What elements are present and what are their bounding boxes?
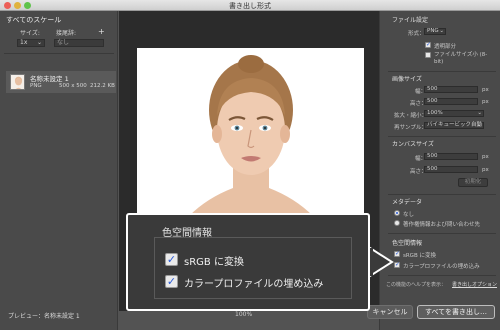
metadata-none-label: なし — [403, 212, 415, 218]
transparency-label: 透明部分 — [434, 44, 457, 50]
format-select[interactable]: PNG ⌄ — [424, 28, 446, 35]
colorspace-title: 色空間情報 — [392, 240, 423, 247]
asset-dimensions: 500 x 500 — [59, 83, 87, 89]
scale-select[interactable]: 100% ⌄ — [424, 110, 484, 117]
callout-embed-label: カラープロファイルの埋め込み — [184, 279, 324, 290]
image-size-title: 画像サイズ — [392, 76, 422, 83]
transparency-checkbox[interactable]: ✓ — [425, 42, 431, 48]
divider — [388, 136, 496, 137]
asset-name: 名称未設定 1 — [30, 75, 69, 83]
width-input[interactable]: 500 — [424, 86, 478, 93]
left-panel: すべてのスケール サイズ: 接尾辞: + 1x ⌄ なし 名称未設定 1 PNG… — [0, 11, 118, 330]
asset-thumbnail — [10, 74, 25, 90]
embed-profile-label: カラープロファイルの埋め込み — [403, 264, 480, 270]
help-link[interactable]: 書き出しオプション — [452, 281, 497, 288]
scale-value: 1x — [20, 39, 28, 46]
preview-image — [137, 48, 364, 216]
divider — [388, 275, 496, 276]
zoom-level[interactable]: 100% — [235, 311, 252, 318]
resample-value: バイキュービック自動 — [427, 122, 483, 128]
reset-button[interactable]: 初期化 — [458, 178, 488, 187]
add-scale-button[interactable]: + — [98, 27, 105, 36]
canvas-width-unit: px — [482, 154, 489, 160]
title-bar: 書き出し形式 — [0, 0, 500, 11]
metadata-none-radio[interactable] — [394, 210, 400, 216]
asset-format: PNG — [30, 83, 42, 89]
chevron-down-icon: ⌄ — [439, 28, 444, 34]
export-all-button[interactable]: すべてを書き出し… — [417, 305, 495, 319]
asset-filesize: 212.2 KB — [90, 83, 115, 89]
file-settings-title: ファイル設定 — [392, 17, 429, 24]
scale-value: 100% — [427, 110, 443, 116]
divider — [4, 53, 114, 54]
height-unit: px — [482, 99, 489, 105]
window-title: 書き出し形式 — [229, 2, 271, 10]
preview-label: プレビュー：名称未設定 1 — [8, 313, 80, 320]
smaller-file-label: ファイルサイズ小 (8-bit) — [434, 52, 488, 65]
callout-embed-checkbox[interactable]: ✓ — [165, 275, 178, 288]
metadata-title: メタデータ — [392, 199, 423, 206]
chevron-down-icon: ⌄ — [477, 110, 482, 116]
scale-select[interactable]: 1x ⌄ — [17, 39, 45, 47]
size-label: サイズ: — [20, 30, 40, 37]
right-panel: ファイル設定 形式： PNG ⌄ ✓ 透明部分 ファイルサイズ小 (8-bit)… — [379, 11, 500, 330]
help-text: この機能のヘルプを表示： — [386, 282, 447, 288]
callout-pointer-icon — [370, 246, 394, 278]
all-scales-title: すべてのスケール — [6, 16, 62, 24]
scale-label: 拡大・縮小： — [394, 113, 428, 119]
format-label: 形式： — [408, 31, 425, 37]
format-value: PNG — [427, 28, 439, 34]
canvas-height-input[interactable]: 500 — [424, 166, 478, 173]
canvas-height-unit: px — [482, 167, 489, 173]
chevron-down-icon: ⌄ — [36, 39, 42, 46]
metadata-copyright-label: 著作権情報および問い合わせ先 — [403, 222, 481, 228]
suffix-label: 接尾辞: — [56, 30, 77, 37]
colorspace-callout: 色空間情報 ✓ sRGB に変換 ✓ カラープロファイルの埋め込み — [126, 213, 370, 311]
canvas-size-title: カンバスサイズ — [392, 141, 434, 148]
srgb-label: sRGB に変換 — [403, 253, 436, 259]
smaller-file-checkbox[interactable] — [425, 52, 431, 58]
resample-label: 再サンプル： — [394, 125, 427, 131]
canvas-width-input[interactable]: 500 — [424, 153, 478, 160]
divider — [388, 233, 496, 234]
cancel-button[interactable]: キャンセル — [367, 305, 413, 319]
resample-select[interactable]: バイキュービック自動 ⌄ — [424, 122, 484, 129]
metadata-copyright-radio[interactable] — [394, 220, 400, 226]
chevron-down-icon: ⌄ — [477, 122, 482, 128]
callout-srgb-checkbox[interactable]: ✓ — [165, 253, 178, 266]
callout-srgb-label: sRGB に変換 — [184, 257, 244, 268]
divider — [388, 71, 496, 72]
asset-list-item[interactable]: 名称未設定 1 PNG 500 x 500 212.2 KB — [6, 71, 116, 93]
width-unit: px — [482, 87, 489, 93]
suffix-input[interactable]: なし — [54, 39, 104, 47]
height-input[interactable]: 500 — [424, 98, 478, 105]
divider — [388, 194, 496, 195]
